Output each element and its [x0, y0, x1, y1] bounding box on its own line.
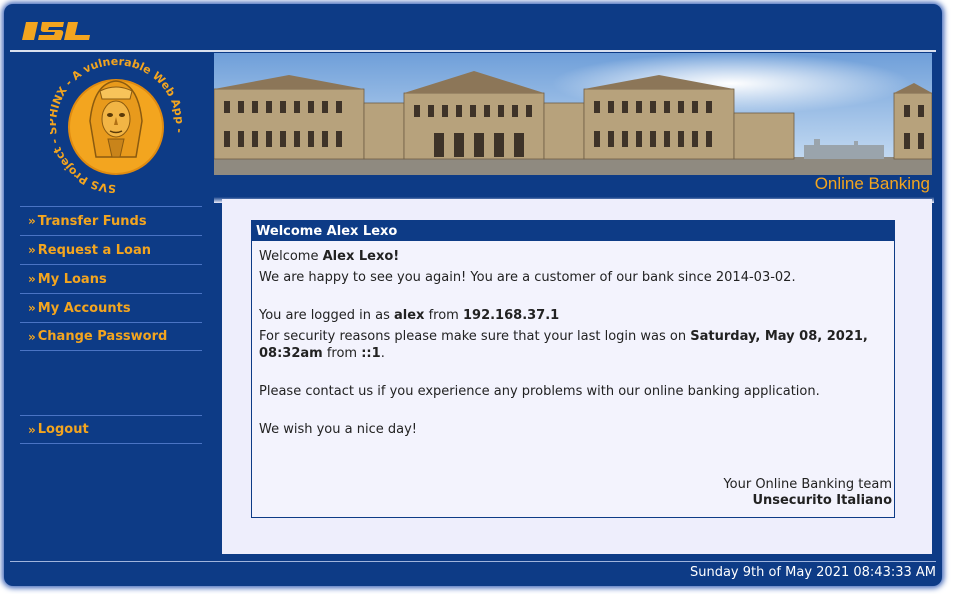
- contact-line: Please contact us if you experience any …: [259, 384, 820, 399]
- sidebar-item-my-loans[interactable]: » My Loans: [20, 264, 202, 293]
- security-suffix: .: [380, 346, 385, 361]
- welcome-panel: Welcome Alex Lexo Welcome Alex Lexo! We …: [251, 220, 895, 518]
- security-mid: from: [322, 346, 362, 361]
- welcome-panel-title: Welcome Alex Lexo: [252, 221, 894, 241]
- login-mid: from: [424, 308, 463, 323]
- sidebar-item-label: Change Password: [37, 329, 168, 344]
- wish-line: We wish you a nice day!: [259, 422, 417, 437]
- sidebar-item-my-accounts[interactable]: » My Accounts: [20, 293, 202, 322]
- current-datetime: Sunday 9th of May 2021 08:43:33 AM: [689, 565, 936, 580]
- team-name: Unsecurito Italiano: [752, 493, 892, 508]
- greeting-line: Welcome Alex Lexo!: [259, 248, 887, 265]
- sidebar-item-label: Logout: [37, 422, 89, 437]
- sidebar-item-transfer-funds[interactable]: » Transfer Funds: [20, 206, 202, 235]
- status-bar: Sunday 9th of May 2021 08:43:33 AM: [10, 561, 936, 583]
- customer-name: Alex Lexo!: [322, 249, 400, 264]
- login-prefix: You are logged in as: [259, 308, 395, 323]
- signature: Your Online Banking team Unsecurito Ital…: [723, 477, 892, 509]
- ip-address: 192.168.37.1: [462, 308, 560, 323]
- sidebar-item-label: My Loans: [37, 271, 107, 287]
- chevron-double-right-icon: »: [28, 301, 36, 315]
- sidebar-item-change-password[interactable]: » Change Password: [20, 322, 202, 351]
- sphinx-emblem-icon: SVS Project - SPHINX - A vulnerable Web …: [50, 57, 182, 195]
- chevron-double-right-icon: »: [28, 272, 36, 286]
- palace-banner-image: [214, 53, 932, 175]
- sidebar: SVS Project - SPHINX - A vulnerable Web …: [10, 53, 214, 560]
- banner: Online Banking: [214, 53, 932, 197]
- sidebar-item-label: Request a Loan: [37, 242, 151, 258]
- greeting-prefix: Welcome: [259, 249, 323, 264]
- header-divider: [10, 50, 936, 52]
- chevron-double-right-icon: »: [28, 243, 36, 257]
- security-prefix: For security reasons please make sure th…: [259, 329, 691, 344]
- welcome-panel-body: Welcome Alex Lexo! We are happy to see y…: [252, 241, 894, 438]
- last-login-ip: ::1: [361, 346, 381, 361]
- username: alex: [394, 308, 425, 323]
- top-header: [10, 6, 936, 50]
- sidebar-item-logout[interactable]: » Logout: [20, 415, 202, 444]
- banner-caption: Online Banking: [814, 174, 930, 193]
- team-line: Your Online Banking team: [723, 477, 892, 492]
- chevron-double-right-icon: »: [28, 422, 36, 437]
- sidebar-item-label: My Accounts: [37, 300, 131, 316]
- security-line: For security reasons please make sure th…: [259, 328, 887, 362]
- chevron-double-right-icon: »: [28, 329, 36, 344]
- chevron-double-right-icon: »: [28, 214, 36, 228]
- customer-since-line: We are happy to see you again! You are a…: [259, 270, 796, 285]
- sidebar-item-label: Transfer Funds: [37, 213, 147, 229]
- login-info-line: You are logged in as alex from 192.168.3…: [259, 307, 887, 324]
- sidebar-item-request-loan[interactable]: » Request a Loan: [20, 235, 202, 264]
- bank-logo: [22, 22, 90, 40]
